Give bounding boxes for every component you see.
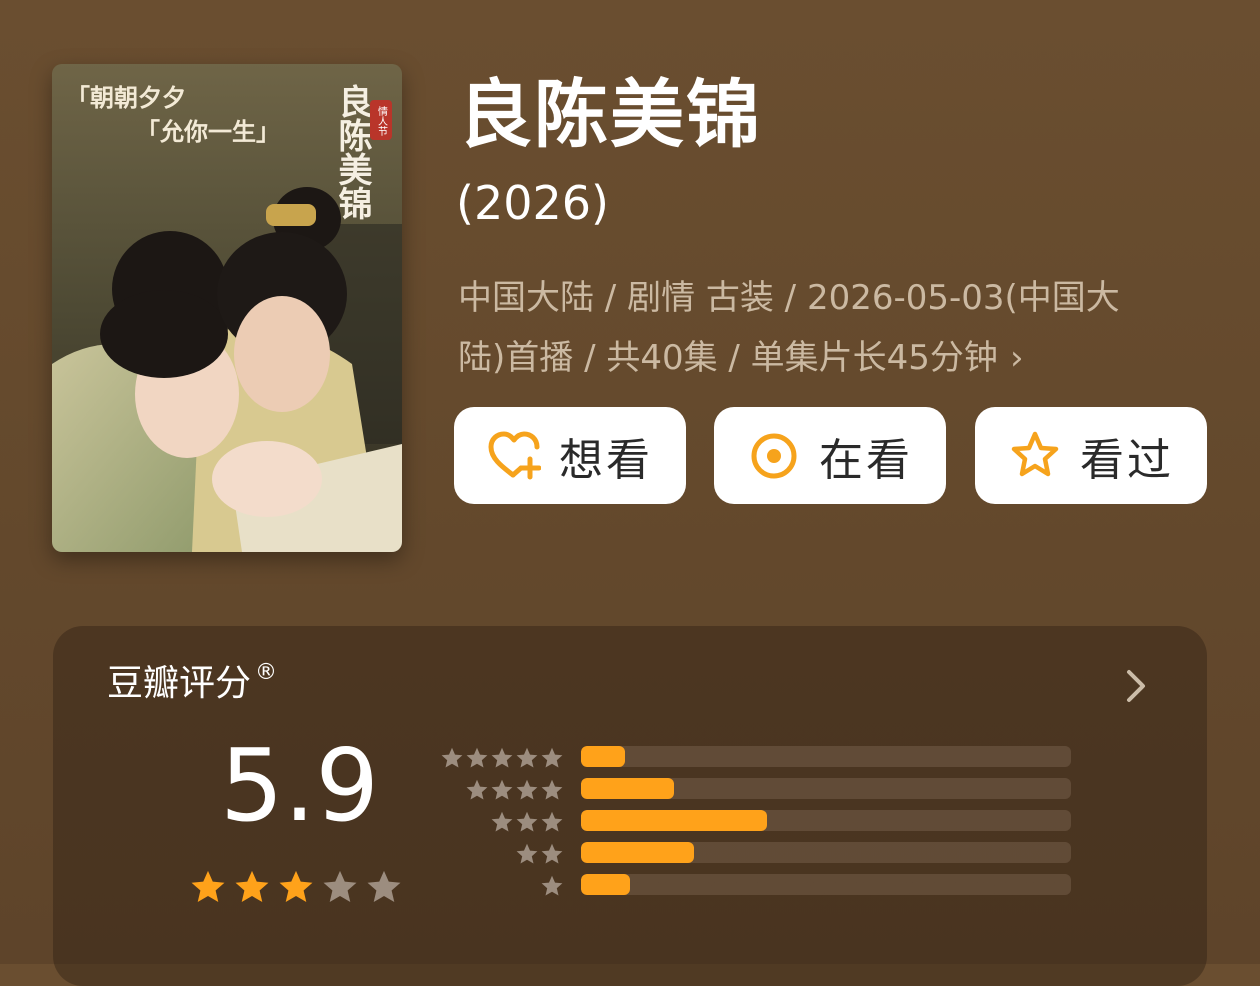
meta-line-2-text: 陆)首播 / 共40集 / 单集片长45分钟 [458,338,998,378]
poster-text-line2: 「允你一生」 [136,117,280,146]
rating-row-stars [440,746,564,770]
want-to-watch-label: 想看 [559,434,653,486]
star-outline-icon [1008,429,1062,483]
registered-mark: ® [255,660,278,685]
star-empty-icon [367,870,401,903]
rating-card[interactable]: 豆瓣评分 ® 5.9 [53,626,1207,986]
rating-title: 豆瓣评分 ® [107,662,277,704]
watched-button[interactable]: 看过 [975,407,1207,504]
star-icon [516,811,538,832]
show-title: 良陈美锦 [458,72,762,158]
rating-bar-track [581,810,1071,831]
score-stars [189,868,403,906]
chevron-right-icon[interactable]: › [1010,328,1024,388]
poster-text-line1: 「朝朝夕夕 [66,83,186,112]
star-filled-icon [191,870,225,903]
star-filled-icon [235,870,269,903]
rating-bar-fill [581,746,626,767]
watching-button[interactable]: 在看 [714,407,946,504]
rating-bar-fill [581,874,630,895]
star-filled-icon [279,870,313,903]
star-icon [516,747,538,768]
rating-bar-track [581,874,1071,895]
star-icon [441,747,463,768]
rating-bar-fill [581,810,768,831]
rating-row-stars [490,810,564,834]
meta-line-2: 陆)首播 / 共40集 / 单集片长45分钟 › [458,328,1218,388]
rating-row-2-star [439,839,1079,871]
rating-bar-track [581,842,1071,863]
poster-seal: 情人节 [376,105,388,137]
rating-row-3-star [439,807,1079,839]
rating-row-4-star [439,775,1079,807]
star-icon [491,747,513,768]
rating-row-stars [515,842,564,866]
rating-score: 5.9 [220,727,380,844]
rating-bar-track [581,746,1071,767]
rating-row-1-star [439,871,1079,903]
rating-title-text: 豆瓣评分 [107,663,252,704]
rating-bar-fill [581,778,675,799]
star-icon [491,811,513,832]
star-icon [466,747,488,768]
rating-row-5-star [439,743,1079,775]
poster-calligraphy: 良陈美锦 [332,83,372,220]
show-meta[interactable]: 中国大陆 / 剧情 古装 / 2026-05-03(中国大 陆)首播 / 共40… [458,268,1218,388]
meta-line-1: 中国大陆 / 剧情 古装 / 2026-05-03(中国大 [458,278,1120,318]
star-icon [491,779,513,800]
poster-image[interactable]: 「朝朝夕夕 「允你一生」 良陈美锦 情人节 [52,64,402,552]
rating-bar-track [581,778,1071,799]
star-icon [541,779,563,800]
rating-row-stars [465,778,564,802]
star-icon [541,747,563,768]
rating-distribution [439,743,1079,903]
want-to-watch-button[interactable]: 想看 [454,407,686,504]
star-icon [516,843,538,864]
star-icon [516,779,538,800]
watching-label: 在看 [819,434,913,486]
star-icon [541,843,563,864]
star-icon [541,875,563,896]
star-icon [466,779,488,800]
star-empty-icon [323,870,357,903]
heart-plus-icon [487,429,541,483]
star-icon [541,811,563,832]
target-circle-icon [747,429,801,483]
rating-row-stars [540,874,564,898]
rating-bar-fill [581,842,694,863]
show-year: (2026) [456,176,609,230]
chevron-right-icon[interactable] [1121,666,1151,706]
watched-label: 看过 [1080,434,1174,486]
